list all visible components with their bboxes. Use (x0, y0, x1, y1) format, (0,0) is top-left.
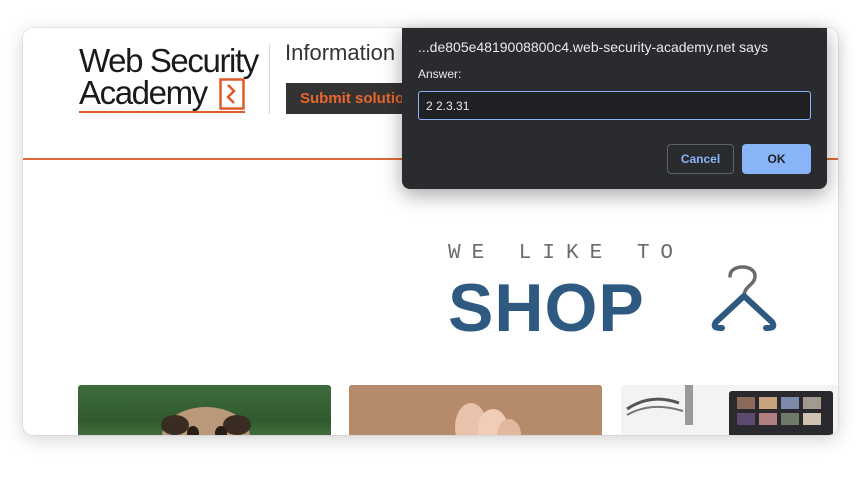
dog-image (161, 407, 251, 435)
academy-logo[interactable]: Web Security Academy (79, 42, 269, 113)
banner-tagline: WE LIKE TO (448, 242, 685, 265)
header-divider (269, 44, 270, 114)
dialog-label: Answer: (418, 67, 462, 81)
product-image-beard[interactable] (349, 385, 602, 435)
logo-line-1: Web Security (79, 42, 259, 79)
product-image-makeup[interactable] (621, 385, 838, 435)
dialog-title: ...de805e4819008800c4.web-security-acade… (418, 39, 768, 55)
hanger-icon (711, 265, 777, 331)
makeup-image (621, 385, 838, 435)
product-image-dog[interactable] (78, 385, 331, 435)
prompt-dialog: ...de805e4819008800c4.web-security-acade… (402, 28, 827, 189)
logo-mark-icon (219, 78, 245, 110)
logo-line-2: Academy (79, 74, 208, 111)
shop-banner: WE LIKE TO SHOP (448, 242, 788, 346)
beard-image (349, 385, 602, 435)
banner-title: SHOP (448, 270, 645, 346)
ok-button[interactable]: OK (742, 144, 811, 174)
logo-underline (79, 111, 245, 113)
lab-title: Information (285, 40, 396, 65)
answer-input[interactable] (418, 91, 811, 120)
cancel-button[interactable]: Cancel (667, 144, 734, 174)
